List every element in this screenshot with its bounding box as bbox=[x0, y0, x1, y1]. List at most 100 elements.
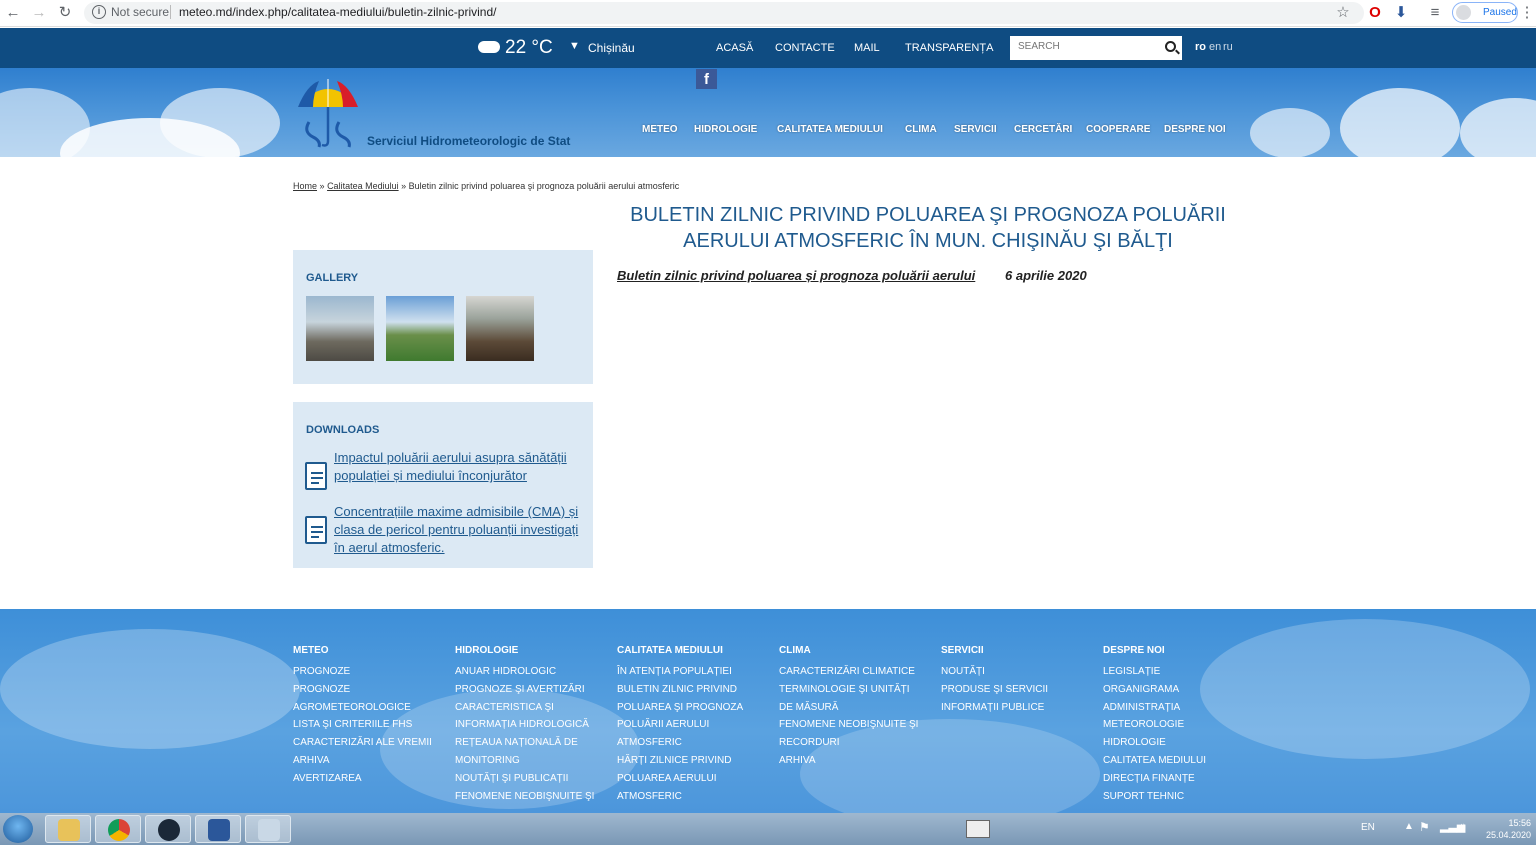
footer-link[interactable]: POLUĂRII AERULUI bbox=[617, 716, 777, 734]
footer-link[interactable]: REȚEAUA NAȚIONALĂ DE bbox=[455, 734, 615, 752]
info-icon[interactable]: i bbox=[92, 5, 106, 19]
footer-link[interactable]: CARACTERISTICA ŞI bbox=[455, 699, 615, 717]
footer-link[interactable]: INFORMAȚIA HIDROLOGICĂ bbox=[455, 716, 615, 734]
breadcrumb-section[interactable]: Calitatea Mediului bbox=[327, 181, 399, 191]
notepad-icon[interactable] bbox=[966, 820, 990, 838]
footer-column-title[interactable]: METEO bbox=[293, 645, 453, 656]
taskbar-chrome[interactable] bbox=[95, 815, 141, 843]
footer-link[interactable]: TERMINOLOGIE ŞI UNITĂȚI bbox=[779, 681, 939, 699]
article-link[interactable]: Buletin zilnic privind poluarea și progn… bbox=[617, 268, 975, 283]
footer-link[interactable]: AGROMETEOROLOGICE bbox=[293, 699, 453, 717]
city-selector[interactable]: Chișinău bbox=[588, 41, 635, 55]
download-extension-icon[interactable]: ⬇ bbox=[1392, 4, 1410, 22]
lang-ro[interactable]: ro bbox=[1195, 41, 1206, 53]
footer-link[interactable]: PRODUSE ŞI SERVICII bbox=[941, 681, 1101, 699]
gallery-thumb[interactable] bbox=[386, 296, 454, 361]
tray-date[interactable]: 25.04.2020 bbox=[1483, 830, 1531, 840]
footer-column-title[interactable]: CALITATEA MEDIULUI bbox=[617, 645, 777, 656]
reload-icon[interactable]: ↻ bbox=[56, 4, 74, 22]
lang-en[interactable]: en bbox=[1209, 41, 1221, 53]
download-link[interactable]: Concentrațiile maxime admisibile (CMA) ș… bbox=[334, 503, 584, 557]
taskbar-explorer[interactable] bbox=[45, 815, 91, 843]
start-button[interactable] bbox=[3, 815, 33, 843]
topmenu-mail[interactable]: MAIL bbox=[854, 42, 880, 54]
footer-column-title[interactable]: HIDROLOGIE bbox=[455, 645, 615, 656]
footer-link[interactable]: ORGANIGRAMA bbox=[1103, 681, 1263, 699]
menu-calitatea-mediului[interactable]: CALITATEA MEDIULUI bbox=[777, 124, 883, 135]
tray-language[interactable]: EN bbox=[1361, 822, 1375, 833]
tray-arrow-icon[interactable]: ▲ bbox=[1404, 821, 1414, 832]
facebook-icon[interactable]: f bbox=[696, 69, 717, 89]
article-date[interactable]: 6 aprilie 2020 bbox=[1005, 268, 1087, 283]
footer-link[interactable]: ADMINISTRAȚIA bbox=[1103, 699, 1263, 717]
topmenu-acasa[interactable]: ACASĂ bbox=[716, 42, 753, 54]
footer-link[interactable]: NOUTĂȚI bbox=[941, 663, 1101, 681]
footer-column-title[interactable]: SERVICII bbox=[941, 645, 1101, 656]
footer-link[interactable]: FENOMENE NEOBIŞNUITE ŞI bbox=[779, 716, 939, 734]
menu-servicii[interactable]: SERVICII bbox=[954, 124, 997, 135]
footer-link[interactable]: ARHIVA bbox=[293, 752, 453, 770]
footer-link[interactable]: PROGNOZE ŞI AVERTIZĂRI bbox=[455, 681, 615, 699]
footer-link[interactable]: CARACTERIZĂRI ALE VREMII bbox=[293, 734, 453, 752]
taskbar-steam[interactable] bbox=[145, 815, 191, 843]
menu-meteo[interactable]: METEO bbox=[642, 124, 678, 135]
shs-logo[interactable] bbox=[295, 77, 361, 149]
lang-ru[interactable]: ru bbox=[1223, 41, 1233, 53]
footer-link[interactable]: POLUAREA ŞI PROGNOZA bbox=[617, 699, 777, 717]
menu-cooperare[interactable]: COOPERARE bbox=[1086, 124, 1150, 135]
footer-link[interactable]: CALITATEA MEDIULUI bbox=[1103, 752, 1263, 770]
taskbar-paint[interactable] bbox=[245, 815, 291, 843]
download-link[interactable]: Impactul poluării aerului asupra sănătăț… bbox=[334, 449, 584, 485]
breadcrumb-home[interactable]: Home bbox=[293, 181, 317, 191]
footer-link[interactable]: PROGNOZE bbox=[293, 681, 453, 699]
footer-link[interactable]: HIDROLOGIE bbox=[1103, 734, 1263, 752]
footer-link[interactable]: MONITORING bbox=[455, 752, 615, 770]
footer-link[interactable]: HĂRȚI ZILNICE PRIVIND bbox=[617, 752, 777, 770]
back-icon[interactable]: ← bbox=[4, 4, 22, 22]
footer-link[interactable]: FENOMENE NEOBIŞNUITE ŞI bbox=[455, 788, 615, 806]
chevron-down-icon[interactable]: ▼ bbox=[569, 40, 580, 52]
profile-button[interactable]: Paused bbox=[1452, 2, 1518, 23]
bookmark-star-icon[interactable]: ☆ bbox=[1334, 4, 1352, 22]
footer-link[interactable]: RECORDURI bbox=[779, 734, 939, 752]
url-text[interactable]: meteo.md/index.php/calitatea-mediului/bu… bbox=[179, 5, 497, 19]
search-icon[interactable] bbox=[1165, 41, 1176, 52]
footer-link[interactable]: ANUAR HIDROLOGIC bbox=[455, 663, 615, 681]
footer-link[interactable]: AVERTIZAREA bbox=[293, 770, 453, 788]
taskbar-word[interactable] bbox=[195, 815, 241, 843]
more-menu-icon[interactable]: ⋮ bbox=[1518, 4, 1536, 22]
footer-link[interactable]: LEGISLAȚIE bbox=[1103, 663, 1263, 681]
menu-clima[interactable]: CLIMA bbox=[905, 124, 937, 135]
footer-link[interactable]: ATMOSFERIC bbox=[617, 734, 777, 752]
footer-column-title[interactable]: CLIMA bbox=[779, 645, 939, 656]
flag-icon[interactable]: ⚑ bbox=[1419, 820, 1430, 834]
menu-cercetari[interactable]: CERCETĂRI bbox=[1014, 124, 1072, 135]
menu-despre-noi[interactable]: DESPRE NOI bbox=[1164, 124, 1226, 135]
footer-link[interactable]: NOUTĂȚI ŞI PUBLICAȚII bbox=[455, 770, 615, 788]
search-input[interactable] bbox=[1018, 41, 1158, 52]
topmenu-transparenta[interactable]: TRANSPARENȚA bbox=[905, 42, 993, 54]
volume-icon[interactable]: 🔊︎ bbox=[1458, 820, 1466, 835]
footer-link[interactable]: ÎN ATENȚIA POPULAȚIEI bbox=[617, 663, 777, 681]
opera-extension-icon[interactable]: O bbox=[1366, 4, 1384, 22]
reading-list-icon[interactable]: ≡ bbox=[1426, 4, 1444, 22]
footer-link[interactable]: PROGNOZE bbox=[293, 663, 453, 681]
footer-link[interactable]: ATMOSFERIC bbox=[617, 788, 777, 806]
footer-link[interactable]: ARHIVA bbox=[779, 752, 939, 770]
gallery-thumb[interactable] bbox=[306, 296, 374, 361]
tray-time[interactable]: 15:56 bbox=[1483, 817, 1531, 829]
menu-hidrologie[interactable]: HIDROLOGIE bbox=[694, 124, 757, 135]
footer-link[interactable]: SUPORT TEHNIC bbox=[1103, 788, 1263, 806]
footer-link[interactable]: POLUAREA AERULUI bbox=[617, 770, 777, 788]
footer-link[interactable]: METEOROLOGIE bbox=[1103, 716, 1263, 734]
footer-link[interactable]: INFORMAȚII PUBLICE bbox=[941, 699, 1101, 717]
gallery-thumb[interactable] bbox=[466, 296, 534, 361]
footer-link[interactable]: DE MĂSURĂ bbox=[779, 699, 939, 717]
topmenu-contacte[interactable]: CONTACTE bbox=[775, 42, 835, 54]
footer-link[interactable]: LISTA ŞI CRITERIILE FHS bbox=[293, 716, 453, 734]
footer-link[interactable]: BULETIN ZILNIC PRIVIND bbox=[617, 681, 777, 699]
footer-link[interactable]: DIRECȚIA FINANȚE bbox=[1103, 770, 1263, 788]
forward-icon[interactable]: → bbox=[30, 4, 48, 22]
site-name[interactable]: Serviciul Hidrometeorologic de Stat bbox=[367, 134, 570, 148]
footer-link[interactable]: CARACTERIZĂRI CLIMATICE bbox=[779, 663, 939, 681]
